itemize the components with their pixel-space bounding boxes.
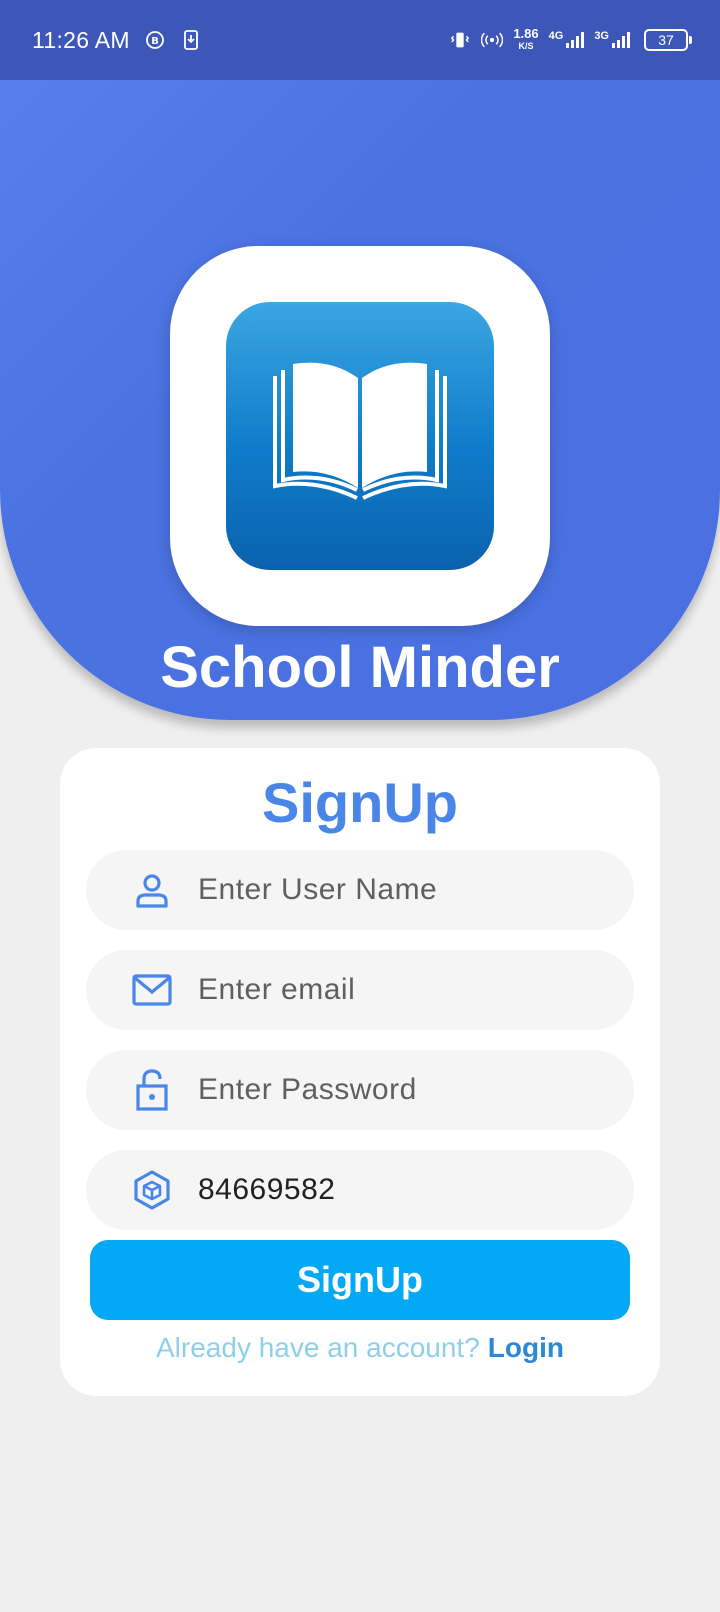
network-type-2: 3G: [594, 30, 609, 42]
status-left: 11:26 AM B: [32, 27, 202, 54]
app-title: School Minder: [160, 635, 560, 700]
mail-icon: [128, 966, 176, 1014]
cube-icon: [128, 1166, 176, 1214]
network-speed-unit: K/S: [518, 41, 534, 51]
code-field[interactable]: [86, 1150, 634, 1230]
download-notification-icon: [180, 29, 202, 51]
lock-icon: [128, 1066, 176, 1114]
signal-2: 3G: [594, 30, 630, 50]
vibrate-icon: [449, 29, 471, 51]
login-link[interactable]: Login: [488, 1332, 564, 1363]
svg-text:B: B: [151, 36, 159, 47]
email-field[interactable]: [86, 950, 634, 1030]
logo-tile: [226, 302, 494, 570]
network-speed-value: 1.86: [513, 26, 539, 41]
battery-indicator: 37: [644, 29, 692, 51]
status-right: 1.86 K/S 4G 3G 37: [449, 26, 692, 52]
network-speed: 1.86 K/S: [513, 26, 539, 52]
login-prompt-text: Already have an account?: [156, 1332, 480, 1363]
user-icon: [128, 866, 176, 914]
signup-card: SignUp SignUp Already have an account? Lo…: [60, 748, 660, 1396]
code-input[interactable]: [198, 1173, 598, 1207]
password-field[interactable]: [86, 1050, 634, 1130]
signal-bars-1-icon: [566, 32, 585, 48]
email-input[interactable]: [198, 973, 598, 1007]
signal-bars-2-icon: [612, 32, 630, 48]
signup-button[interactable]: SignUp: [90, 1240, 630, 1320]
hotspot-icon: [481, 29, 504, 51]
login-prompt-row: Already have an account? Login: [60, 1332, 660, 1364]
signal-1: 4G: [549, 30, 585, 50]
network-type-1: 4G: [548, 30, 564, 42]
b-notification-icon: B: [144, 29, 166, 51]
app-logo: [170, 246, 550, 626]
password-input[interactable]: [198, 1073, 598, 1107]
username-field[interactable]: [86, 850, 634, 930]
book-icon: [273, 362, 447, 500]
username-input[interactable]: [198, 873, 598, 907]
status-bar: 11:26 AM B 1.86 K/S 4G 3G 37: [0, 0, 720, 80]
signup-title: SignUp: [262, 771, 458, 834]
status-time: 11:26 AM: [32, 26, 130, 53]
